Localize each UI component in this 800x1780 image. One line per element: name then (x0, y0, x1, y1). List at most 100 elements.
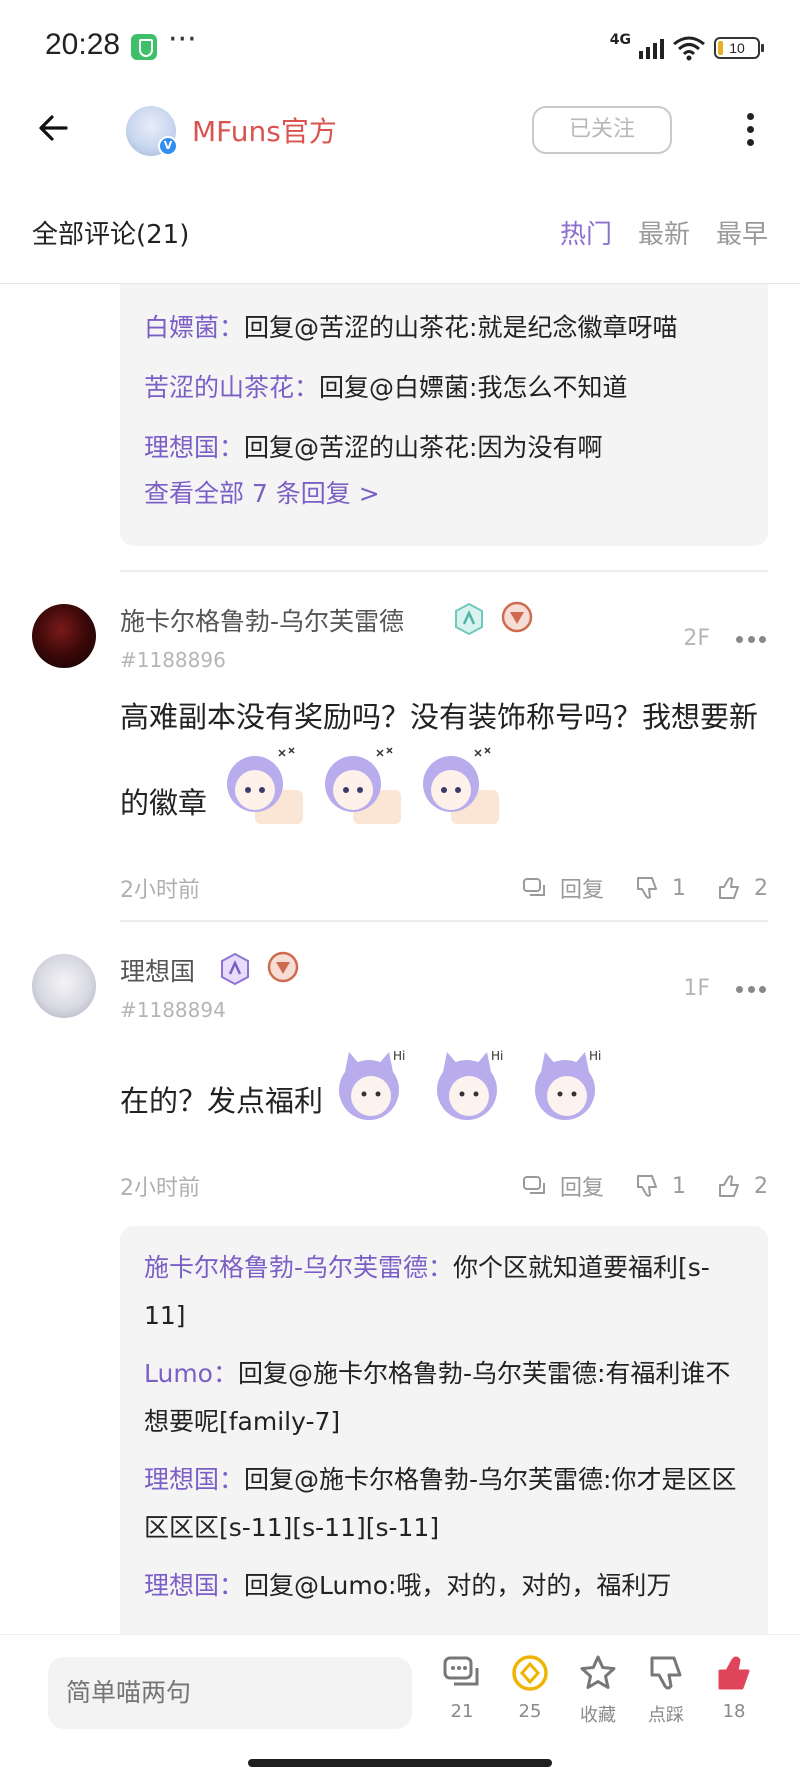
reply-button[interactable]: 回复 (522, 1170, 604, 1202)
security-shield-icon (131, 34, 157, 60)
comment-item: 施卡尔格鲁勃-乌尔芙雷德 #1188896 2F 高难副本没有奖励吗？没有装饰称… (0, 590, 800, 920)
reply-thread-bottom[interactable]: 施卡尔格鲁勃-乌尔芙雷德：你个区就知道要福利[s-11] Lumo：回复@施卡尔… (120, 1226, 768, 1646)
comments-button[interactable]: 21 (432, 1653, 492, 1722)
comments-count-title: 全部评论(21) (32, 220, 190, 250)
reply-text: 回复@苦涩的山茶花:因为没有啊 (244, 433, 603, 462)
sticker-image: Hi (527, 1040, 617, 1126)
like-count: 2 (754, 875, 768, 901)
view-all-replies-link[interactable]: 查看全部 7 条回复 > (120, 472, 768, 516)
comment-body: 高难副本没有奖励吗？没有装饰称号吗？我想要新的徽章 (120, 692, 770, 828)
comment-actions: 回复 1 2 (522, 1170, 768, 1202)
comment-more-icon[interactable] (736, 986, 766, 996)
sticker-image: Hi (331, 1040, 421, 1126)
svg-text:Hi: Hi (491, 1049, 503, 1063)
coin-icon (512, 1655, 548, 1691)
reply-item[interactable]: 白嫖菌：回复@苦涩的山茶花:就是纪念徽章呀喵 (120, 304, 768, 352)
reply-item[interactable]: 理想国：回复@Lumo:哦，对的，对的，福利万 (120, 1562, 768, 1610)
comment-more-icon[interactable] (736, 636, 766, 646)
comment-user-id: #1188894 (120, 998, 226, 1022)
reply-item[interactable]: 施卡尔格鲁勃-乌尔芙雷德：你个区就知道要福利[s-11] (120, 1244, 768, 1340)
comment-actions: 回复 1 2 (522, 872, 768, 904)
reply-text: 回复@Lumo:哦，对的，对的，福利万 (244, 1571, 672, 1600)
battery-icon: 10 (714, 37, 764, 59)
medal-badge-icon (267, 951, 299, 983)
comment-bubble-icon (443, 1656, 479, 1686)
home-indicator[interactable] (248, 1759, 552, 1767)
reply-item[interactable]: 苦涩的山茶花：回复@白嫖菌:我怎么不知道 (120, 364, 768, 412)
more-notifications-icon: ··· (168, 22, 197, 57)
comment-item: 理想国 #1188894 1F 在的？发点福利 Hi Hi Hi 2小时前 回复 1 … (0, 940, 800, 1240)
dislike-button[interactable]: 1 (634, 875, 686, 901)
favorite-button[interactable]: 收藏 (568, 1653, 628, 1727)
favorite-label: 收藏 (580, 1705, 616, 1726)
coin-button[interactable]: 25 (500, 1653, 560, 1722)
floor-number: 2F (683, 626, 710, 651)
follow-button[interactable]: 已关注 (532, 106, 672, 154)
network-type-label: 4G (609, 32, 631, 48)
like-post-button[interactable]: 18 (704, 1653, 764, 1722)
reply-author[interactable]: Lumo： (144, 1359, 238, 1388)
reply-author[interactable]: 白嫖菌： (144, 313, 244, 342)
floor-number: 1F (683, 976, 710, 1001)
status-indicators: 4G 10 (609, 32, 764, 64)
bottom-action-bar: 21 25 收藏 点踩 18 (0, 1634, 800, 1780)
reply-thread-top[interactable]: 白嫖菌：回复@苦涩的山茶花:就是纪念徽章呀喵 苦涩的山茶花：回复@白嫖菌:我怎么… (120, 284, 768, 546)
dislike-label: 点踩 (648, 1705, 684, 1726)
reply-author[interactable]: 理想国： (144, 1571, 244, 1600)
reply-text: 回复@白嫖菌:我怎么不知道 (319, 373, 628, 402)
reply-label: 回复 (559, 1176, 604, 1201)
status-time: 20:28 (45, 28, 121, 61)
divider (120, 570, 768, 572)
reply-item[interactable]: 理想国：回复@施卡尔格鲁勃-乌尔芙雷德:你才是区区区区区[s-11][s-11]… (120, 1456, 768, 1552)
sticker-image (313, 742, 403, 828)
more-options-icon[interactable] (738, 110, 762, 150)
back-arrow-icon[interactable] (36, 110, 72, 146)
user-avatar[interactable] (32, 954, 96, 1018)
reply-author[interactable]: 理想国： (144, 433, 244, 462)
comment-user-name[interactable]: 理想国 (120, 952, 195, 988)
comment-time: 2小时前 (120, 878, 200, 903)
likes-count: 18 (722, 1701, 746, 1722)
dislike-post-button[interactable]: 点踩 (636, 1653, 696, 1727)
comment-user-name[interactable]: 施卡尔格鲁勃-乌尔芙雷德 (120, 602, 404, 638)
comment-time: 2小时前 (120, 1176, 200, 1201)
reply-item[interactable]: Lumo：回复@施卡尔格鲁勃-乌尔芙雷德:有福利谁不想要呢[family-7] (120, 1350, 768, 1446)
sticker-image (411, 742, 501, 828)
dislike-count: 1 (672, 1173, 686, 1199)
wifi-icon (673, 36, 705, 61)
tab-newest[interactable]: 最新 (638, 214, 690, 251)
reply-item[interactable]: 理想国：回复@苦涩的山茶花:因为没有啊 (120, 424, 768, 472)
dislike-button[interactable]: 1 (634, 1173, 686, 1199)
reply-label: 回复 (559, 878, 604, 903)
tab-hot[interactable]: 热门 (560, 214, 612, 251)
reply-text: 回复@苦涩的山茶花:就是纪念徽章呀喵 (244, 313, 678, 342)
verified-icon: V (158, 136, 178, 156)
svg-text:Hi: Hi (393, 1049, 405, 1063)
sticker-image: Hi (429, 1040, 519, 1126)
reply-author[interactable]: 理想国： (144, 1465, 244, 1494)
reply-author[interactable]: 苦涩的山茶花： (144, 373, 319, 402)
reply-author[interactable]: 施卡尔格鲁勃-乌尔芙雷德： (144, 1253, 453, 1282)
user-avatar[interactable] (32, 604, 96, 668)
comment-body: 在的？发点福利 Hi Hi Hi (120, 1040, 770, 1126)
signal-strength-icon (639, 37, 664, 59)
comment-input[interactable] (48, 1657, 412, 1729)
comments-header: 全部评论(21) 热门 最新 最早 (0, 212, 800, 284)
thumbs-down-icon (637, 877, 657, 899)
sort-tabs: 热门 最新 最早 (560, 214, 768, 251)
thumbs-down-icon (650, 1656, 682, 1690)
thumbs-up-icon (719, 1175, 739, 1197)
reply-button[interactable]: 回复 (522, 872, 604, 904)
dislike-count: 1 (672, 875, 686, 901)
reply-icon (522, 878, 545, 896)
channel-name[interactable]: MFuns官方 (192, 110, 337, 150)
level-badge-icon (221, 952, 249, 986)
like-button[interactable]: 2 (716, 1173, 768, 1199)
like-button[interactable]: 2 (716, 875, 768, 901)
thumbs-up-filled-icon (718, 1656, 750, 1690)
top-header: V MFuns官方 已关注 (0, 96, 800, 162)
medal-badge-icon (501, 601, 533, 633)
tab-earliest[interactable]: 最早 (716, 214, 768, 251)
sticker-image (215, 742, 305, 828)
svg-text:Hi: Hi (589, 1049, 601, 1063)
